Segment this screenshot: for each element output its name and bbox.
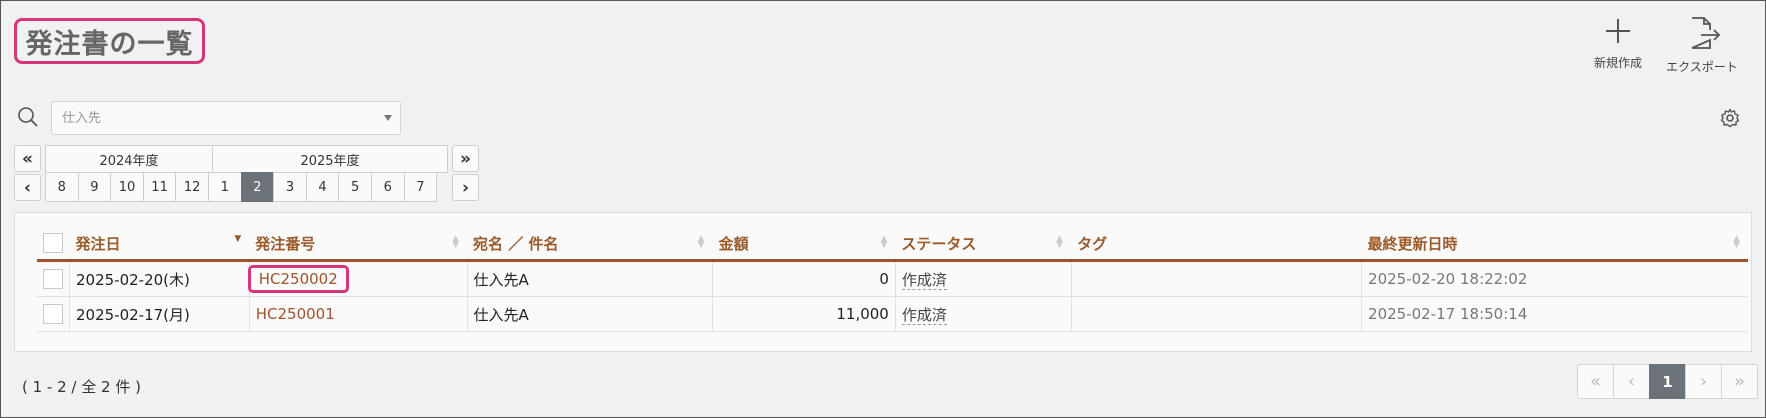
cell-date: 2025-02-20(木)	[69, 260, 250, 297]
search-input[interactable]	[52, 102, 372, 134]
table-row: 2025-02-20(木) HC250002 仕入先A 0 作成済 2025-0…	[37, 260, 1748, 297]
sort-icon: ▲ ▼	[1733, 234, 1740, 250]
purchase-order-table-panel: 発注日 ▼ 発注番号 ▲ ▼ 宛名 ／ 件名 ▲ ▼ 金額 ▲ ▼ ステータス ▲ ▼ タグ 最終…	[14, 212, 1752, 352]
row-checkbox[interactable]	[43, 304, 63, 324]
export-button-label: エクスポート	[1666, 60, 1738, 74]
window-frame	[0, 0, 1766, 418]
month-10[interactable]: 10	[110, 172, 144, 202]
next-year-button[interactable]: »	[452, 145, 479, 172]
sort-icon: ▲ ▼	[452, 234, 460, 250]
column-header-name[interactable]: 宛名 ／ 件名 ▲ ▼	[467, 227, 713, 262]
page-1-button[interactable]: 1	[1649, 364, 1686, 399]
cell-updated: 2025-02-17 18:50:14	[1361, 296, 1748, 332]
column-header-date[interactable]: 発注日 ▼	[69, 227, 250, 262]
month-8[interactable]: 8	[45, 172, 79, 202]
month-1[interactable]: 1	[207, 172, 242, 202]
month-7[interactable]: 7	[403, 172, 438, 202]
row-checkbox[interactable]	[43, 269, 63, 289]
export-button[interactable]: エクスポート	[1662, 16, 1742, 76]
cell-tag	[1071, 260, 1363, 297]
select-all-checkbox[interactable]	[43, 233, 63, 253]
month-4[interactable]: 4	[305, 172, 340, 202]
cell-tag	[1071, 296, 1363, 332]
column-header-amount[interactable]: 金額 ▲ ▼	[712, 227, 896, 262]
column-header-number[interactable]: 発注番号 ▲ ▼	[249, 227, 468, 262]
sort-desc-icon: ▼	[234, 234, 242, 244]
sort-icon: ▲ ▼	[880, 234, 888, 250]
month-6[interactable]: 6	[370, 172, 405, 202]
new-button[interactable]: 新規作成	[1578, 16, 1658, 76]
purchase-order-table: 発注日 ▼ 発注番号 ▲ ▼ 宛名 ／ 件名 ▲ ▼ 金額 ▲ ▼ ステータス ▲ ▼ タグ 最終…	[37, 227, 1748, 332]
fiscal-year-2025: 2025年度	[212, 145, 448, 173]
pagination: « ‹ 1 › »	[1577, 364, 1758, 399]
status-badge[interactable]: 作成済	[901, 270, 947, 290]
new-button-label: 新規作成	[1593, 56, 1642, 70]
chevron-down-icon	[384, 115, 392, 121]
column-header-tag: タグ	[1071, 227, 1362, 262]
month-selector: 8 9 10 11 12 1 2 3 4 5 6 7	[45, 172, 438, 202]
first-page-button[interactable]: «	[1577, 364, 1614, 399]
search-icon[interactable]	[17, 106, 39, 128]
page-title: 発注書の一覧	[14, 18, 205, 64]
supplier-search-select[interactable]	[51, 101, 401, 135]
prev-page-button[interactable]: ‹	[1613, 364, 1650, 399]
cell-name: 仕入先A	[467, 296, 714, 332]
cell-name: 仕入先A	[467, 260, 714, 297]
next-page-button[interactable]: ›	[1685, 364, 1722, 399]
sort-icon: ▲ ▼	[697, 234, 705, 250]
export-icon	[1691, 17, 1721, 49]
prev-month-button[interactable]: ‹	[14, 174, 41, 201]
month-12[interactable]: 12	[175, 172, 209, 202]
record-count: ( 1 - 2 / 全 2 件 )	[22, 378, 141, 396]
sort-icon: ▲ ▼	[1056, 234, 1064, 250]
order-number-link[interactable]: HC250002	[247, 265, 349, 293]
status-badge[interactable]: 作成済	[901, 305, 947, 325]
prev-year-button[interactable]: «	[14, 145, 41, 172]
month-11[interactable]: 11	[142, 172, 177, 202]
gear-icon[interactable]	[1720, 108, 1740, 128]
column-header-updated[interactable]: 最終更新日時 ▲ ▼	[1361, 227, 1748, 262]
cell-amount: 11,000	[712, 296, 896, 332]
next-month-button[interactable]: ›	[452, 174, 479, 201]
month-3[interactable]: 3	[273, 172, 307, 202]
order-number-link[interactable]: HC250001	[256, 305, 335, 323]
last-page-button[interactable]: »	[1721, 364, 1758, 399]
month-2-selected[interactable]: 2	[240, 172, 275, 202]
plus-icon	[1606, 19, 1630, 43]
cell-date: 2025-02-17(月)	[69, 296, 250, 332]
column-header-status[interactable]: ステータス ▲ ▼	[895, 227, 1072, 262]
cell-amount: 0	[712, 260, 896, 297]
month-9[interactable]: 9	[77, 172, 112, 202]
fiscal-year-2024: 2024年度	[45, 145, 213, 173]
header-select-all	[37, 227, 70, 262]
cell-updated: 2025-02-20 18:22:02	[1361, 260, 1748, 297]
table-row: 2025-02-17(月) HC250001 仕入先A 11,000 作成済 2…	[37, 296, 1748, 332]
month-5[interactable]: 5	[338, 172, 372, 202]
